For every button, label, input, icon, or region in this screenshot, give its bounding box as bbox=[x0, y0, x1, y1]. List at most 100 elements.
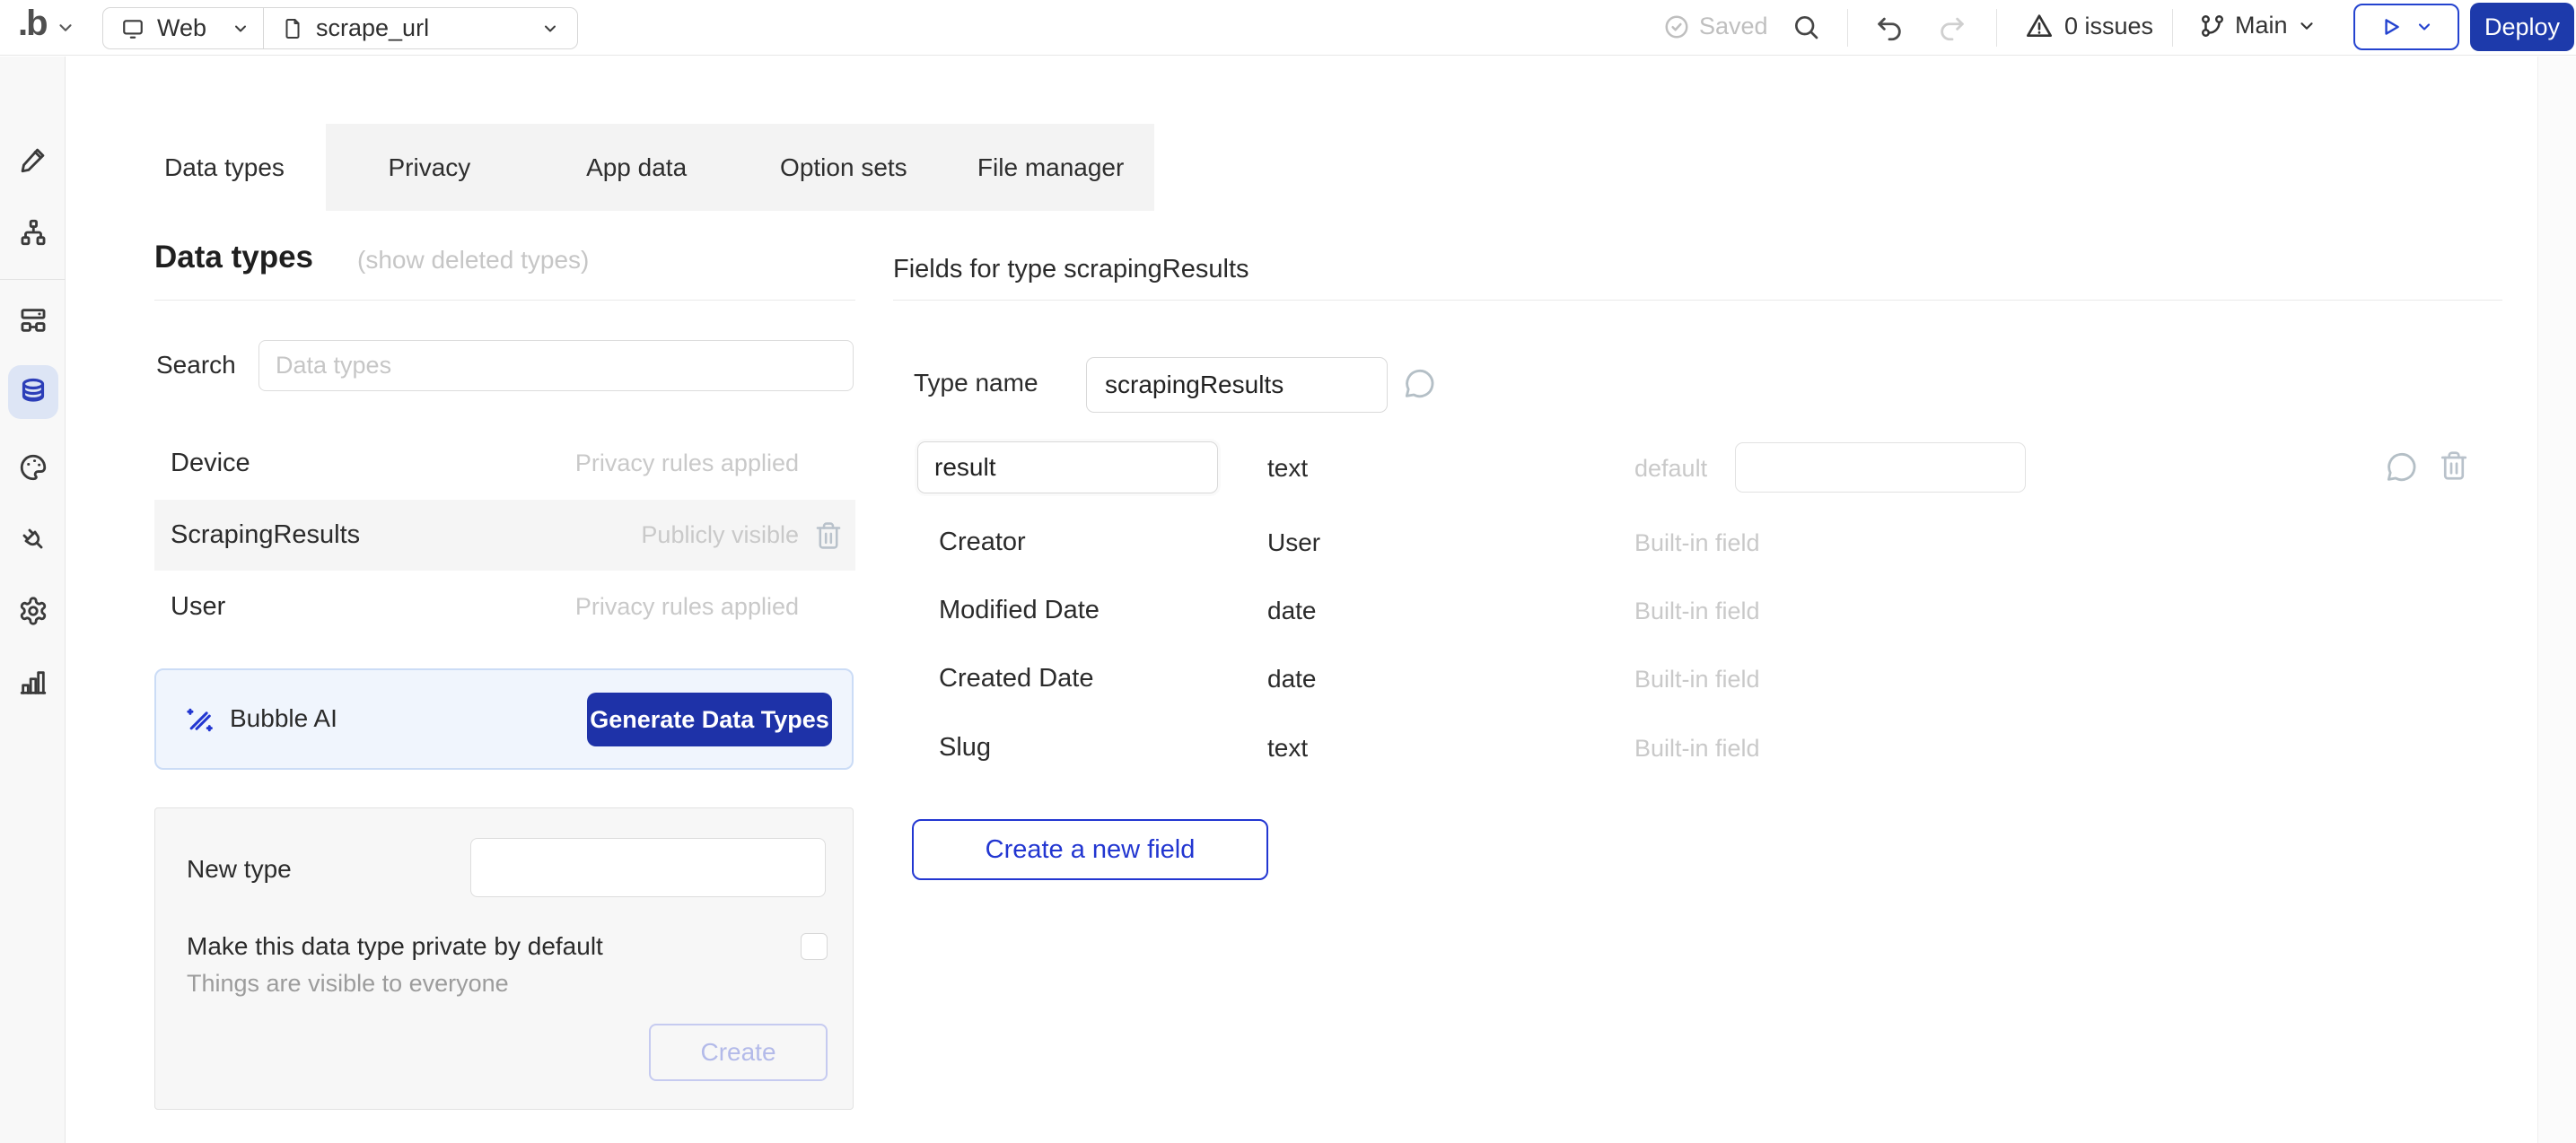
data-type-row-scrapingresults[interactable]: ScrapingResults Publicly visible bbox=[154, 500, 855, 571]
deploy-button[interactable]: Deploy bbox=[2470, 3, 2574, 51]
type-name-label: Type name bbox=[914, 369, 1038, 397]
visibility-hint: Things are visible to everyone bbox=[187, 970, 509, 998]
monitor-icon bbox=[121, 17, 145, 40]
platform-label: Web bbox=[157, 14, 206, 42]
field-name-input[interactable] bbox=[917, 441, 1218, 493]
tab-option-sets[interactable]: Option sets bbox=[740, 124, 948, 211]
generate-data-types-button[interactable]: Generate Data Types bbox=[587, 693, 832, 746]
sidebar-item-data[interactable] bbox=[8, 365, 58, 419]
field-name: Modified Date bbox=[939, 596, 1100, 625]
saved-check-circle-icon bbox=[1663, 13, 1690, 40]
platform-chevron-down-icon bbox=[232, 20, 250, 38]
preview-button[interactable] bbox=[2353, 4, 2459, 50]
field-note: Built-in field bbox=[1634, 666, 1760, 694]
page-file-icon bbox=[282, 18, 303, 39]
bar-chart-icon bbox=[18, 667, 48, 698]
issues-label: 0 issues bbox=[2064, 13, 2153, 40]
create-type-button[interactable]: Create bbox=[649, 1024, 828, 1081]
top-toolbar: .b Web scrape_url bbox=[0, 0, 2576, 56]
type-name-input[interactable] bbox=[1086, 357, 1388, 413]
data-type-privacy-status: Privacy rules applied bbox=[575, 449, 799, 477]
data-type-privacy-status: Publicly visible bbox=[641, 521, 799, 549]
undo-icon[interactable] bbox=[1874, 13, 1905, 43]
field-note: Built-in field bbox=[1634, 735, 1760, 763]
left-nav bbox=[0, 57, 66, 1143]
delete-field-trash-icon[interactable] bbox=[2438, 449, 2470, 482]
field-type: text bbox=[1267, 734, 1308, 763]
page-chevron-down-icon bbox=[541, 20, 559, 38]
field-name: Creator bbox=[939, 528, 1026, 557]
branch-selector[interactable]: Main bbox=[2199, 12, 2317, 39]
field-type: User bbox=[1267, 528, 1320, 557]
right-panel-divider bbox=[893, 300, 2502, 301]
field-default-input[interactable] bbox=[1735, 442, 2026, 493]
type-comment-bubble-icon[interactable] bbox=[1402, 366, 1438, 402]
search-input[interactable] bbox=[258, 340, 854, 391]
bubble-logo[interactable]: .b bbox=[18, 4, 47, 44]
delete-type-trash-icon[interactable] bbox=[813, 520, 844, 551]
sidebar-item-logs[interactable] bbox=[8, 656, 58, 710]
sidebar-divider bbox=[0, 279, 66, 280]
new-type-label: New type bbox=[187, 855, 292, 884]
toolbar-divider bbox=[1996, 9, 1997, 47]
private-by-default-label: Make this data type private by default bbox=[187, 932, 603, 961]
bubble-ai-label: Bubble AI bbox=[230, 704, 337, 733]
toolbar-divider bbox=[2172, 9, 2173, 47]
search-label: Search bbox=[156, 351, 236, 380]
pencil-icon bbox=[18, 144, 48, 175]
show-deleted-types-link[interactable]: (show deleted types) bbox=[357, 246, 589, 275]
play-icon bbox=[2379, 15, 2403, 39]
sidebar-item-settings[interactable] bbox=[8, 584, 58, 638]
save-status: Saved bbox=[1663, 13, 1768, 40]
data-type-name: ScrapingResults bbox=[171, 520, 360, 550]
page-selector[interactable]: scrape_url bbox=[264, 8, 577, 48]
field-note: Built-in field bbox=[1634, 598, 1760, 625]
toolbar-divider bbox=[1847, 9, 1848, 47]
palette-icon bbox=[18, 452, 48, 483]
branch-label: Main bbox=[2235, 12, 2288, 39]
sidebar-item-plugins[interactable] bbox=[8, 512, 58, 566]
gear-icon bbox=[18, 596, 48, 626]
redo-icon[interactable] bbox=[1937, 13, 1967, 43]
field-comment-bubble-icon[interactable] bbox=[2384, 449, 2420, 485]
data-tab-bar: Data types Privacy App data Option sets … bbox=[123, 124, 1154, 211]
bubble-ai-panel: Bubble AI Generate Data Types bbox=[154, 668, 854, 770]
field-name: Created Date bbox=[939, 664, 1094, 694]
database-icon bbox=[17, 376, 49, 408]
data-type-row-device[interactable]: Device Privacy rules applied bbox=[154, 428, 855, 499]
search-icon[interactable] bbox=[1792, 13, 1820, 41]
create-new-field-button[interactable]: Create a new field bbox=[912, 819, 1268, 880]
sidebar-item-components[interactable] bbox=[8, 293, 58, 347]
field-type: date bbox=[1267, 665, 1317, 694]
data-type-row-user[interactable]: User Privacy rules applied bbox=[154, 572, 855, 642]
tab-app-data[interactable]: App data bbox=[533, 124, 740, 211]
workflow-tree-icon bbox=[18, 217, 48, 248]
field-name: Slug bbox=[939, 733, 991, 763]
components-icon bbox=[18, 305, 48, 336]
left-panel-divider bbox=[154, 300, 855, 301]
data-types-heading: Data types bbox=[154, 240, 313, 275]
new-type-panel: New type Make this data type private by … bbox=[154, 807, 854, 1110]
tab-file-manager[interactable]: File manager bbox=[947, 124, 1154, 211]
warning-triangle-icon bbox=[2025, 12, 2054, 40]
field-type: text bbox=[1267, 454, 1308, 483]
field-type: date bbox=[1267, 597, 1317, 625]
tab-privacy[interactable]: Privacy bbox=[326, 124, 533, 211]
new-type-input[interactable] bbox=[470, 838, 826, 897]
sidebar-item-styles[interactable] bbox=[8, 441, 58, 494]
preview-chevron-down-icon bbox=[2415, 18, 2433, 36]
git-branch-icon bbox=[2199, 13, 2226, 39]
logo-menu-chevron-down-icon[interactable] bbox=[56, 18, 75, 38]
platform-selector[interactable]: Web bbox=[103, 8, 264, 48]
sidebar-item-design[interactable] bbox=[8, 133, 58, 187]
sidebar-item-workflow[interactable] bbox=[8, 205, 58, 259]
magic-wand-icon bbox=[183, 702, 217, 737]
fields-heading: Fields for type scrapingResults bbox=[893, 255, 1249, 284]
issues-indicator[interactable]: 0 issues bbox=[2025, 12, 2153, 40]
page-label: scrape_url bbox=[316, 14, 429, 42]
bubble-editor-screen: .b Web scrape_url bbox=[0, 0, 2576, 1143]
private-by-default-checkbox[interactable] bbox=[801, 933, 828, 960]
tab-data-types[interactable]: Data types bbox=[123, 124, 326, 211]
data-type-name: User bbox=[171, 592, 225, 622]
branch-chevron-down-icon bbox=[2297, 16, 2317, 36]
